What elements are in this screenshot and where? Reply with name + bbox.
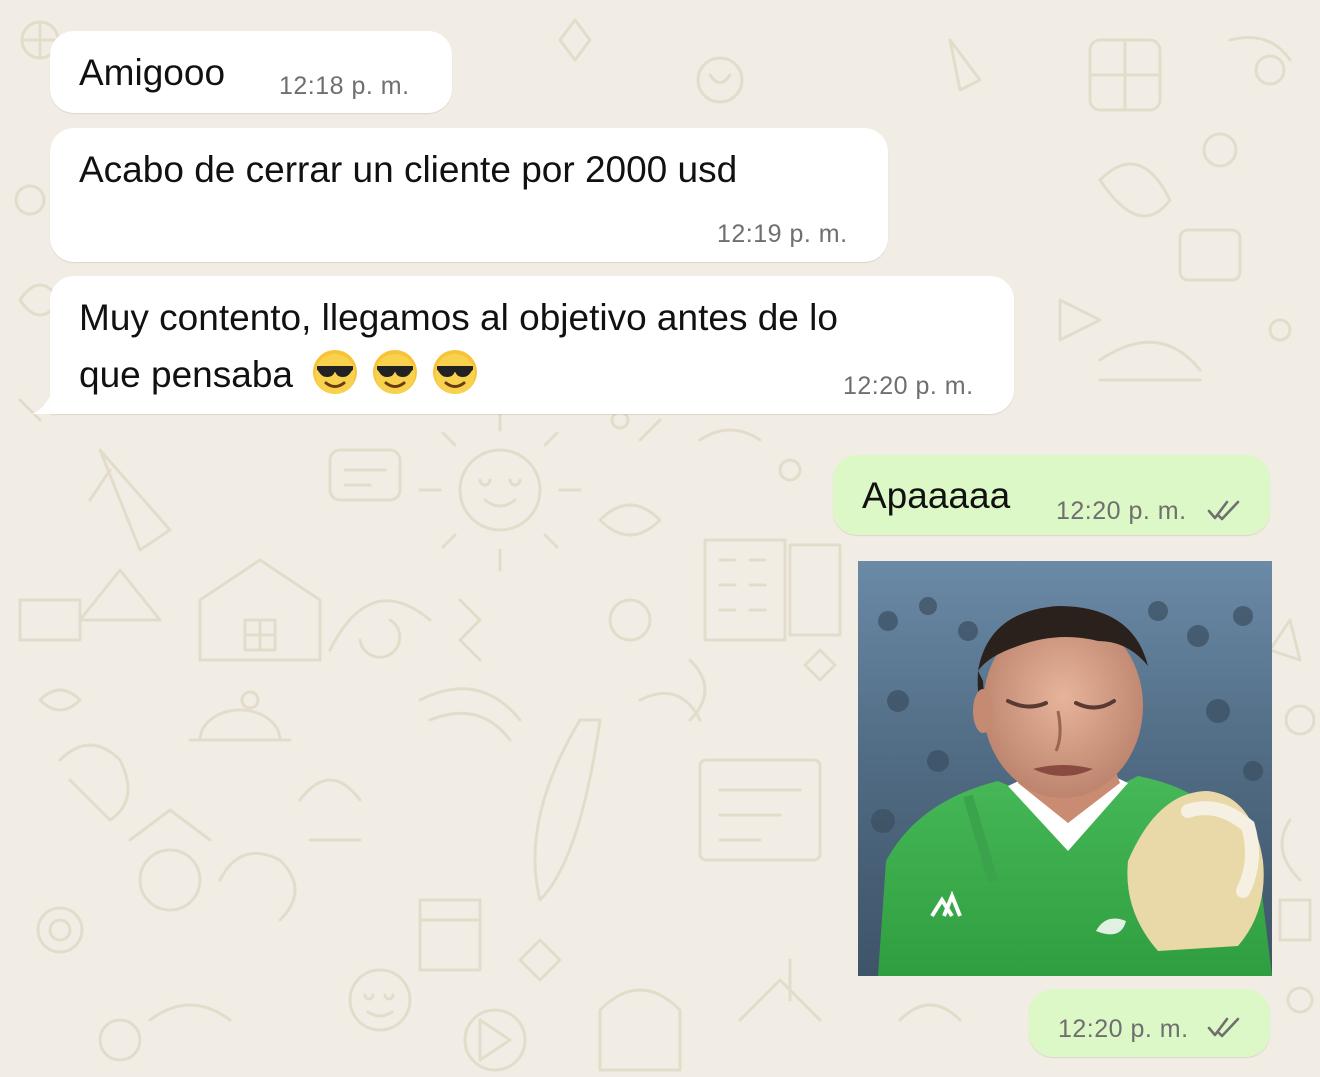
incoming-message[interactable]: Amigooo 12:18 p. m. [50, 31, 452, 113]
sunglasses-emoji-icon [312, 350, 357, 394]
goalkeeper-gif-frame [858, 561, 1272, 976]
sunglasses-emoji-icon [372, 350, 417, 394]
outgoing-message[interactable]: Apaaaaa 12:20 p. m. [833, 455, 1270, 535]
message-text-words: que pensaba [79, 354, 293, 395]
message-timestamp: 12:20 p. m. [1058, 1015, 1189, 1043]
message-timestamp: 12:20 p. m. [1056, 497, 1187, 525]
message-timestamp: 12:20 p. m. [843, 372, 974, 400]
message-text: Apaaaaa [862, 475, 1011, 516]
incoming-message[interactable]: Acabo de cerrar un cliente por 2000 usd … [50, 128, 888, 262]
message-text-line-2: que pensaba [79, 346, 491, 403]
message-text: Acabo de cerrar un cliente por 2000 usd [79, 149, 738, 190]
incoming-message[interactable]: Muy contento, llegamos al objetivo antes… [50, 276, 1014, 414]
message-text: Amigooo [79, 52, 226, 93]
double-check-icon [1207, 1017, 1240, 1038]
message-timestamp: 12:19 p. m. [717, 220, 848, 248]
double-check-icon [1207, 500, 1240, 521]
sunglasses-emoji-icon [432, 350, 477, 394]
outgoing-media-caption[interactable]: 12:20 p. m. [1029, 989, 1270, 1057]
gif-image[interactable] [858, 561, 1272, 976]
message-text-line-1: Muy contento, llegamos al objetivo antes… [79, 297, 838, 338]
message-timestamp: 12:18 p. m. [279, 72, 410, 100]
